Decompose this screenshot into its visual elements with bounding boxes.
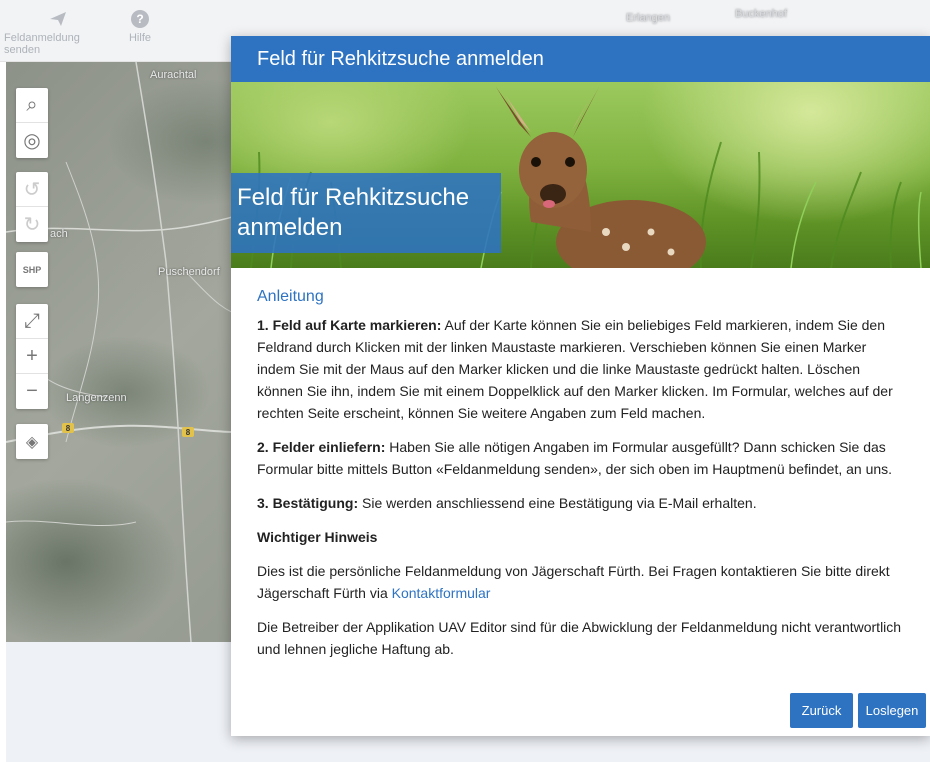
step-3-label: 3. Bestätigung: — [257, 495, 359, 511]
contact-form-link[interactable]: Kontaktformular — [392, 585, 491, 601]
instructions-title: Anleitung — [257, 288, 324, 305]
zoom-group: ⤢ + − — [16, 304, 48, 409]
step-2-paragraph: 2. Felder einliefern: Haben Sie alle nöt… — [257, 436, 904, 480]
search-icon[interactable]: ⌕ — [16, 88, 48, 123]
layers-icon[interactable]: ◈ — [16, 424, 48, 459]
search-locate-group: ⌕ ◎ — [16, 88, 48, 158]
place-label-aurachtal: Aurachtal — [150, 69, 197, 81]
undo-redo-group: ↺ ↻ — [16, 172, 48, 242]
important-note-paragraph: Dies ist die persönliche Feldanmeldung v… — [257, 560, 904, 604]
shp-import-group: SHP — [16, 252, 48, 287]
place-label-buckenhof: Buckenhof — [735, 8, 787, 20]
locate-icon[interactable]: ◎ — [16, 123, 48, 158]
undo-icon[interactable]: ↺ — [16, 172, 48, 207]
help-label: Hilfe — [128, 32, 151, 44]
road-sign: 8 — [182, 427, 194, 437]
shp-file-icon[interactable]: SHP — [16, 252, 48, 287]
important-note-text: Dies ist die persönliche Feldanmeldung v… — [257, 563, 890, 601]
important-note-title: Wichtiger Hinweis — [257, 529, 378, 545]
layers-group: ◈ — [16, 424, 48, 459]
step-1-label: 1. Feld auf Karte markieren: — [257, 317, 442, 333]
help-icon: ? — [131, 10, 149, 28]
send-registration-button[interactable]: Feldanmeldung senden — [4, 6, 112, 56]
fawn-banner-image: Feld für Rehkitzsuche anmelden — [231, 82, 930, 268]
road-sign: 8 — [62, 423, 74, 433]
banner-title: Feld für Rehkitzsuche anmelden — [231, 173, 501, 253]
step-3-paragraph: 3. Bestätigung: Sie werden anschliessend… — [257, 492, 904, 514]
disclaimer-paragraph: Die Betreiber der Applikation UAV Editor… — [257, 619, 902, 657]
back-button[interactable]: Zurück — [790, 693, 853, 728]
place-label-ach: ach — [50, 228, 68, 240]
start-button[interactable]: Loslegen — [858, 693, 926, 728]
step-2-label: 2. Felder einliefern: — [257, 439, 386, 455]
place-label-langenzenn: Langenzenn — [66, 392, 127, 404]
dialog-title: Feld für Rehkitzsuche anmelden — [231, 36, 930, 82]
paper-plane-icon — [49, 6, 67, 32]
step-3-text: Sie werden anschliessend eine Bestätigun… — [358, 495, 757, 511]
dialog-content: Anleitung 1. Feld auf Karte markieren: A… — [231, 268, 930, 660]
step-1-paragraph: 1. Feld auf Karte markieren: Auf der Kar… — [257, 314, 904, 424]
fullscreen-icon[interactable]: ⤢ — [16, 304, 48, 339]
help-button[interactable]: ? Hilfe — [120, 6, 160, 44]
place-label-puschendorf: Puschendorf — [158, 266, 220, 278]
registration-dialog: Feld für Rehkitzsuche anmelden Feld für … — [231, 36, 930, 736]
redo-icon[interactable]: ↻ — [16, 207, 48, 242]
place-label-erlangen: Erlangen — [626, 12, 671, 24]
zoom-in-icon[interactable]: + — [16, 339, 48, 374]
zoom-out-icon[interactable]: − — [16, 374, 48, 409]
send-registration-label: Feldanmeldung senden — [4, 32, 80, 56]
